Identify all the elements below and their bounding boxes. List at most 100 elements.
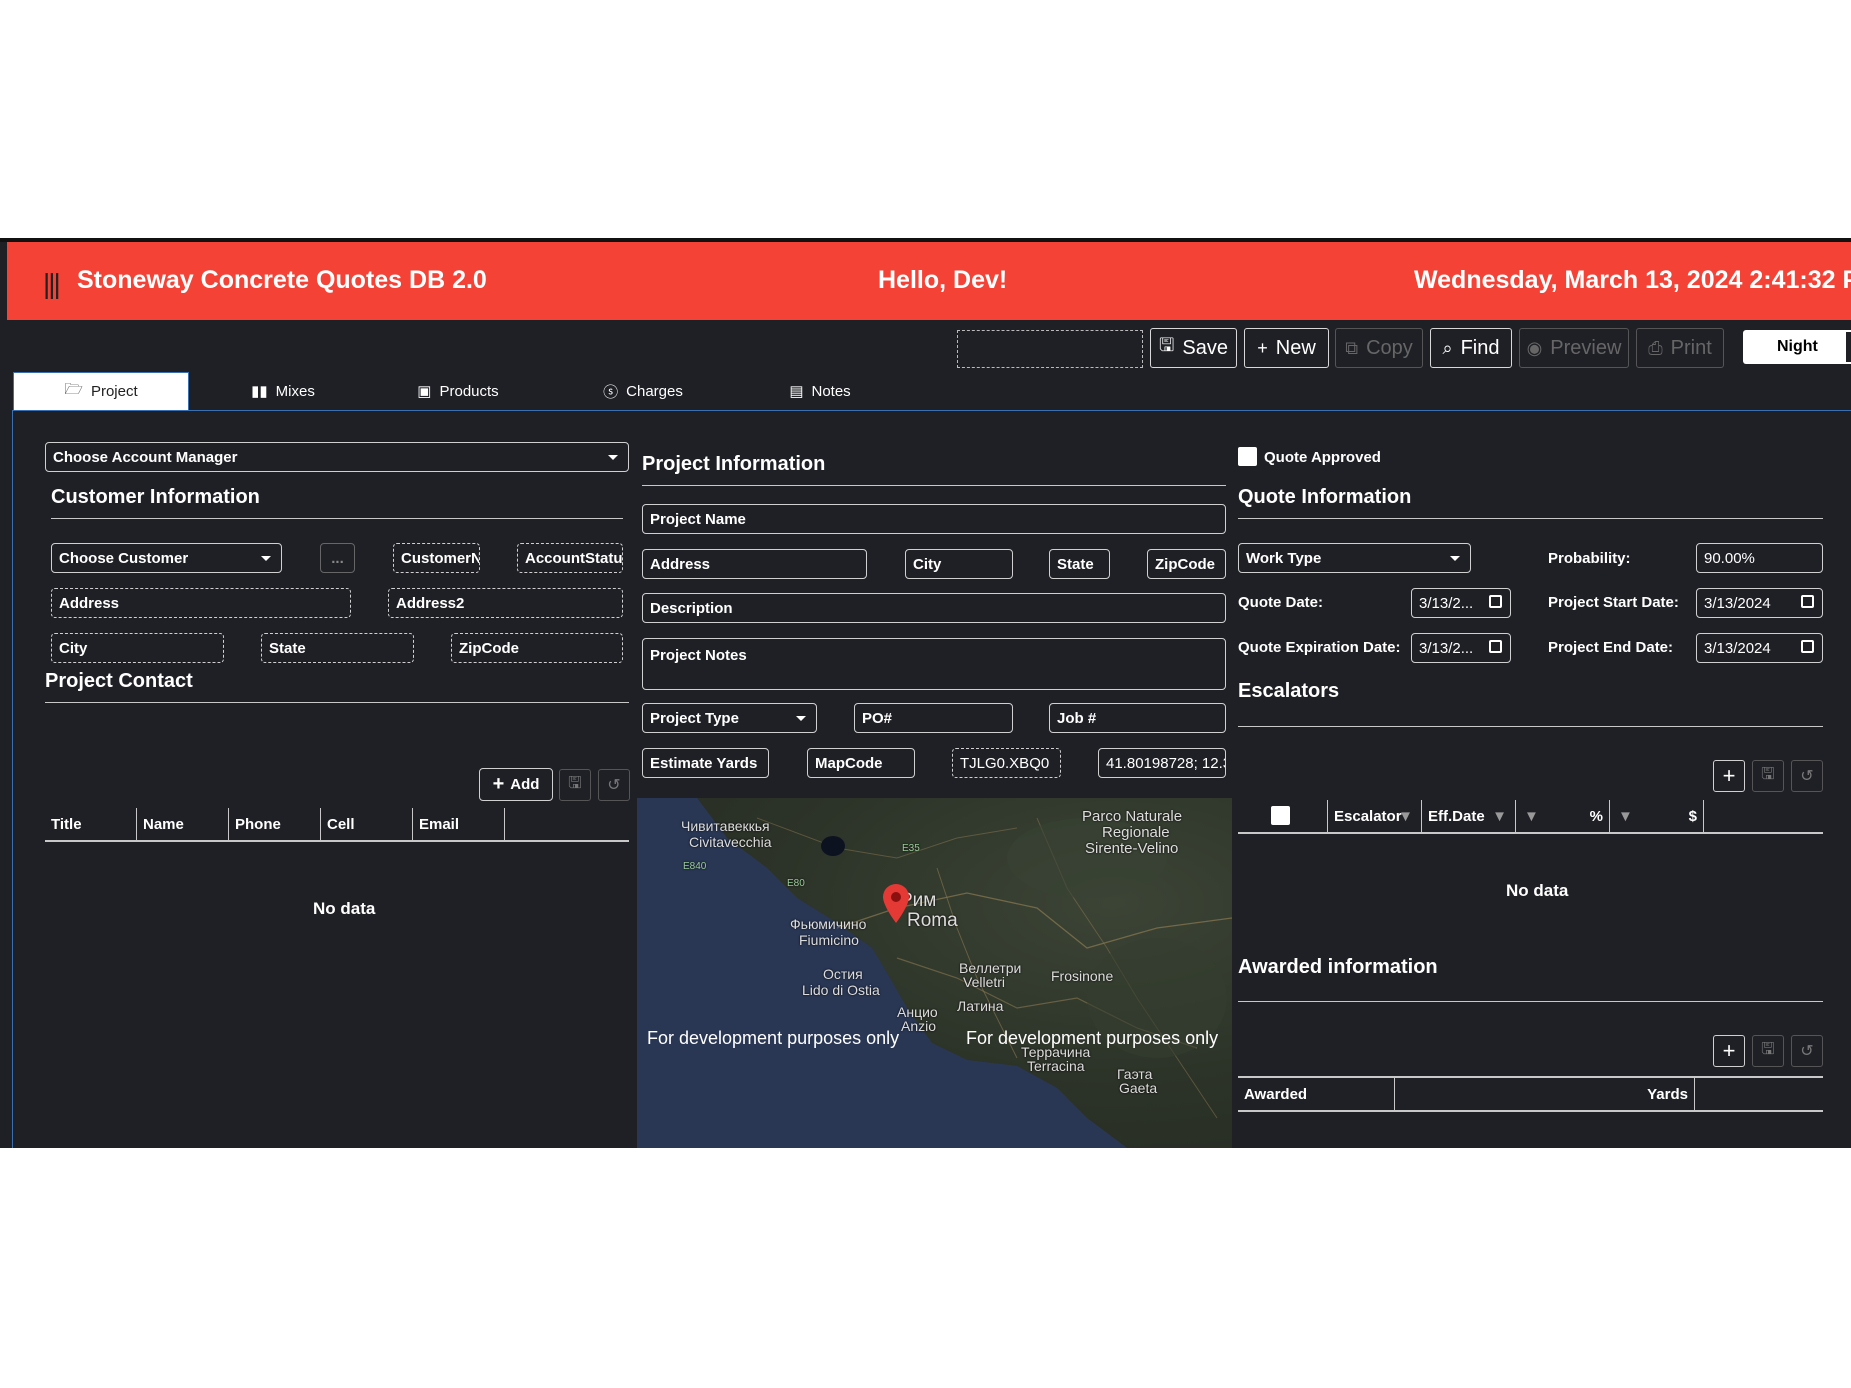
probability-field[interactable]: 90.00%	[1696, 543, 1823, 573]
customer-lookup-button[interactable]: ...	[320, 543, 355, 573]
find-button[interactable]: ⌕ Find	[1430, 328, 1512, 368]
customer-zip-field[interactable]: ZipCode	[451, 633, 623, 663]
description-field[interactable]: Description	[642, 593, 1226, 623]
customer-state-field[interactable]: State	[261, 633, 414, 663]
undo-icon[interactable]: ↺	[598, 769, 630, 801]
map-label: Velletri	[963, 974, 1006, 990]
tab-notes[interactable]: ▤ Notes	[770, 372, 870, 410]
calendar-icon[interactable]	[1489, 640, 1502, 653]
contact-empty-message: No data	[313, 899, 376, 918]
eye-icon: ◉	[1526, 337, 1543, 358]
save-icon[interactable]: 🖫	[1752, 760, 1784, 792]
mapcode-field[interactable]: MapCode	[807, 748, 915, 778]
tab-mixes[interactable]: ▮▮ Mixes	[233, 372, 333, 410]
customer-address2-field[interactable]: Address2	[388, 588, 623, 618]
start-date-label: Project Start Date:	[1548, 594, 1679, 611]
po-number-field[interactable]: PO#	[854, 703, 1013, 733]
awarded-grid-header: Awarded Yards	[1238, 1076, 1823, 1112]
column-header-email[interactable]: Email	[413, 808, 505, 840]
map-label: E80	[787, 878, 805, 889]
night-mode-toggle[interactable]: Night	[1743, 330, 1851, 364]
print-button[interactable]: ⎙ Print	[1636, 328, 1724, 368]
save-button[interactable]: 🖫 Save	[1150, 328, 1237, 368]
calendar-icon[interactable]	[1489, 595, 1502, 608]
copy-button[interactable]: ⧉ Copy	[1335, 328, 1423, 368]
customer-city-field[interactable]: City	[51, 633, 224, 663]
column-header-escalator[interactable]: Escalator ▼	[1328, 800, 1422, 832]
column-header-percent[interactable]: ▼%	[1516, 800, 1610, 832]
column-header-phone[interactable]: Phone	[229, 808, 321, 840]
expiration-date-picker[interactable]: 3/13/2...	[1411, 633, 1511, 663]
column-header-yards[interactable]: Yards	[1395, 1078, 1695, 1110]
plus-icon: +	[1722, 1038, 1736, 1063]
job-number-field[interactable]: Job #	[1049, 703, 1226, 733]
project-zip-field[interactable]: ZipCode	[1147, 549, 1226, 579]
filter-icon[interactable]: ▼	[1492, 808, 1507, 825]
project-notes-field[interactable]: Project Notes	[642, 638, 1226, 690]
greeting: Hello, Dev!	[878, 266, 1008, 294]
estimate-yards-field[interactable]: Estimate Yards	[642, 748, 769, 778]
map-label: Roma	[907, 910, 958, 931]
customer-dropdown[interactable]: Choose Customer	[51, 543, 282, 573]
undo-icon[interactable]: ↺	[1791, 1035, 1823, 1067]
quote-date-picker[interactable]: 3/13/2...	[1411, 588, 1511, 618]
column-header-awarded[interactable]: Awarded	[1238, 1078, 1395, 1110]
account-manager-dropdown[interactable]: Choose Account Manager	[45, 442, 629, 472]
map-label: Terracina	[1027, 1058, 1085, 1074]
column-header-effdate[interactable]: Eff.Date ▼	[1422, 800, 1516, 832]
tab-project[interactable]: 🗁 Project	[13, 372, 189, 410]
plus-icon: +	[492, 773, 505, 795]
plus-code-field[interactable]: TJLG0.XBQ0	[952, 748, 1061, 778]
work-type-dropdown[interactable]: Work Type	[1238, 543, 1471, 573]
save-icon[interactable]: 🖫	[1752, 1035, 1784, 1067]
toolbar-search-input[interactable]	[957, 330, 1143, 368]
column-header-dollar[interactable]: ▼ $	[1610, 800, 1704, 832]
tab-products[interactable]: ▣ Products	[403, 372, 513, 410]
project-name-field[interactable]: Project Name	[642, 504, 1226, 534]
box-icon: ▣	[417, 383, 432, 400]
customer-name-field[interactable]: CustomerN...	[393, 543, 480, 573]
filter-icon[interactable]: ▼	[1524, 808, 1539, 825]
project-city-field[interactable]: City	[905, 549, 1013, 579]
map-label: Anzio	[901, 1018, 937, 1034]
coordinates-field[interactable]: 41.80198728; 12.3	[1098, 748, 1226, 778]
comment-icon: ▤	[789, 383, 804, 400]
add-awarded-button[interactable]: +	[1713, 1035, 1745, 1067]
app-header: ||| Stoneway Concrete Quotes DB 2.0 Hell…	[7, 242, 1851, 320]
select-all-checkbox[interactable]	[1271, 806, 1290, 825]
add-contact-button[interactable]: + Add	[479, 768, 553, 801]
column-header-cell[interactable]: Cell	[321, 808, 413, 840]
filter-icon[interactable]: ▼	[1618, 808, 1633, 825]
map-label: Gaeta	[1119, 1080, 1158, 1096]
end-date-picker[interactable]: 3/13/2024	[1696, 633, 1823, 663]
hamburger-icon[interactable]: |||	[43, 268, 61, 300]
column-header-title[interactable]: Title	[45, 808, 137, 840]
map-watermark: For development purposes only	[966, 1028, 1219, 1048]
customer-address-field[interactable]: Address	[51, 588, 351, 618]
account-status-field[interactable]: AccountStatus	[517, 543, 623, 573]
quote-approved-label: Quote Approved	[1264, 449, 1381, 466]
quote-approved-checkbox[interactable]	[1238, 447, 1257, 466]
divider	[1238, 518, 1823, 519]
filter-icon[interactable]: ▼	[1398, 808, 1413, 825]
calendar-icon[interactable]	[1801, 595, 1814, 608]
map-view[interactable]: Чивитавеккья Civitavecchia Рим Roma Фьюм…	[637, 798, 1232, 1148]
chevron-down-icon	[796, 716, 806, 721]
escalator-empty-message: No data	[1506, 881, 1569, 900]
calendar-icon[interactable]	[1801, 640, 1814, 653]
start-date-picker[interactable]: 3/13/2024	[1696, 588, 1823, 618]
customer-section-title: Customer Information	[51, 486, 260, 508]
new-button[interactable]: + New	[1244, 328, 1329, 368]
project-address-field[interactable]: Address	[642, 549, 867, 579]
add-escalator-button[interactable]: +	[1713, 760, 1745, 792]
tab-charges[interactable]: ⓢ Charges	[588, 372, 698, 410]
project-state-field[interactable]: State	[1049, 549, 1110, 579]
preview-button[interactable]: ◉ Preview	[1519, 328, 1629, 368]
column-header-name[interactable]: Name	[137, 808, 229, 840]
save-icon[interactable]: 🖫	[559, 769, 591, 801]
project-type-dropdown[interactable]: Project Type	[642, 703, 817, 733]
undo-icon[interactable]: ↺	[1791, 760, 1823, 792]
map-label: Lido di Ostia	[802, 982, 880, 998]
map-pin-icon[interactable]	[880, 882, 912, 924]
tab-bar: 🗁 Project ▮▮ Mixes ▣ Products ⓢ Charges ▤ Not…	[13, 372, 1851, 411]
